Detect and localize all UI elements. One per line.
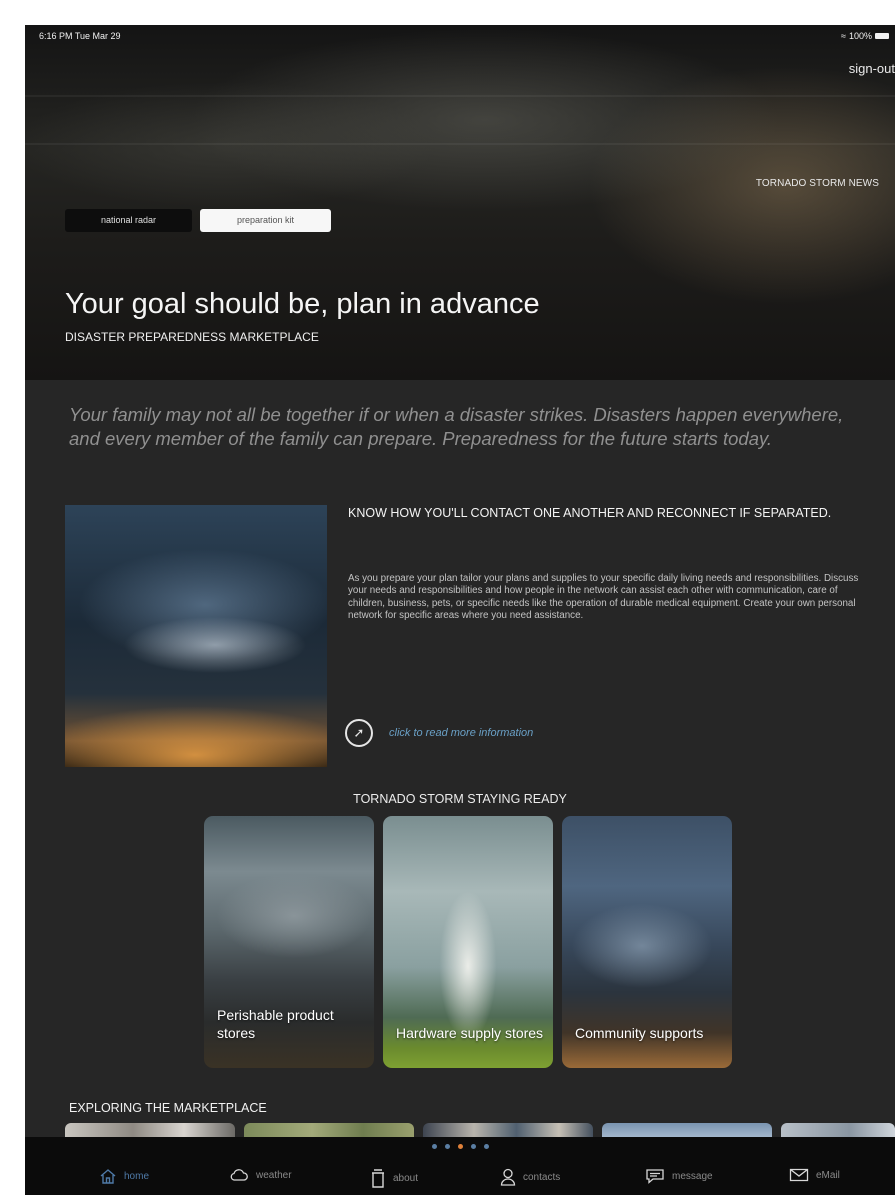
card-community-supports[interactable]: Community supports — [562, 816, 732, 1068]
hero-cloud-band — [25, 95, 895, 97]
tab-label: contacts — [523, 1171, 561, 1183]
envelope-icon — [789, 1168, 809, 1182]
page-dot[interactable] — [431, 1144, 437, 1149]
card-perishable-stores[interactable]: Perishable product stores — [204, 816, 374, 1068]
signout-link[interactable]: sign-out — [849, 61, 895, 76]
tab-label: about — [393, 1172, 419, 1184]
tab-national-radar[interactable]: national radar — [65, 209, 192, 232]
status-time: 6:16 PM Tue Mar 29 — [39, 31, 121, 41]
tab-home[interactable]: home — [99, 1168, 149, 1184]
wifi-icon: ≈ — [841, 31, 846, 41]
trash-icon — [372, 1169, 384, 1188]
page-indicator[interactable] — [25, 1144, 895, 1149]
tab-label: eMail — [816, 1169, 840, 1181]
read-more-label[interactable]: click to read more information — [389, 727, 533, 739]
page-subtitle: DISASTER PREPAREDNESS MARKETPLACE — [65, 330, 319, 344]
intro-paragraph: Your family may not all be together if o… — [69, 404, 844, 449]
tab-label: home — [124, 1170, 150, 1182]
tab-contacts[interactable]: contacts — [500, 1168, 560, 1186]
hero-cloud-band — [25, 143, 895, 145]
cloud-icon — [230, 1169, 248, 1181]
compass-icon[interactable]: ➚ — [345, 719, 373, 747]
battery-icon — [875, 33, 889, 39]
tab-email[interactable]: eMail — [789, 1168, 840, 1182]
page-dot[interactable] — [444, 1144, 450, 1149]
bottom-tab-bar: home weather about contacts message eMai… — [25, 1137, 895, 1195]
page-title: Your goal should be, plan in advance — [65, 288, 540, 320]
card-hardware-stores[interactable]: Hardware supply stores — [383, 816, 553, 1068]
home-icon — [100, 1169, 116, 1184]
tab-weather[interactable]: weather — [229, 1168, 292, 1182]
feature-storm-image — [65, 505, 327, 767]
marketplace-heading: EXPLORING THE MARKETPLACE — [69, 1101, 267, 1115]
tab-preparation-kit[interactable]: preparation kit — [200, 209, 331, 232]
message-icon — [646, 1169, 664, 1184]
tab-about[interactable]: about — [370, 1168, 418, 1188]
page-dot[interactable] — [470, 1144, 476, 1149]
feature-body: As you prepare your plan tailor your pla… — [348, 573, 859, 621]
hero-banner: 6:16 PM Tue Mar 29 ≈ 100% sign-out TORNA… — [25, 25, 895, 380]
tab-message[interactable]: message — [645, 1168, 713, 1184]
person-icon — [500, 1168, 516, 1186]
page-dot-active[interactable] — [457, 1144, 463, 1149]
cards-section-heading: TORNADO STORM STAYING READY — [353, 792, 567, 806]
card-label: Perishable product stores — [217, 1007, 334, 1041]
storm-news-link[interactable]: TORNADO STORM NEWS — [756, 178, 879, 189]
tab-label: weather — [256, 1169, 292, 1181]
app-screen: 6:16 PM Tue Mar 29 ≈ 100% sign-out TORNA… — [25, 25, 895, 1195]
battery-percent: 100% — [848, 31, 872, 41]
card-label: Hardware supply stores — [396, 1025, 544, 1041]
page-dot[interactable] — [483, 1144, 489, 1149]
tab-label: message — [672, 1170, 713, 1182]
card-label: Community supports — [575, 1025, 704, 1041]
read-more-link[interactable]: ➚ click to read more information — [345, 719, 533, 747]
feature-heading: KNOW HOW YOU'LL CONTACT ONE ANOTHER AND … — [348, 506, 832, 520]
status-indicators: ≈ 100% — [841, 31, 889, 41]
